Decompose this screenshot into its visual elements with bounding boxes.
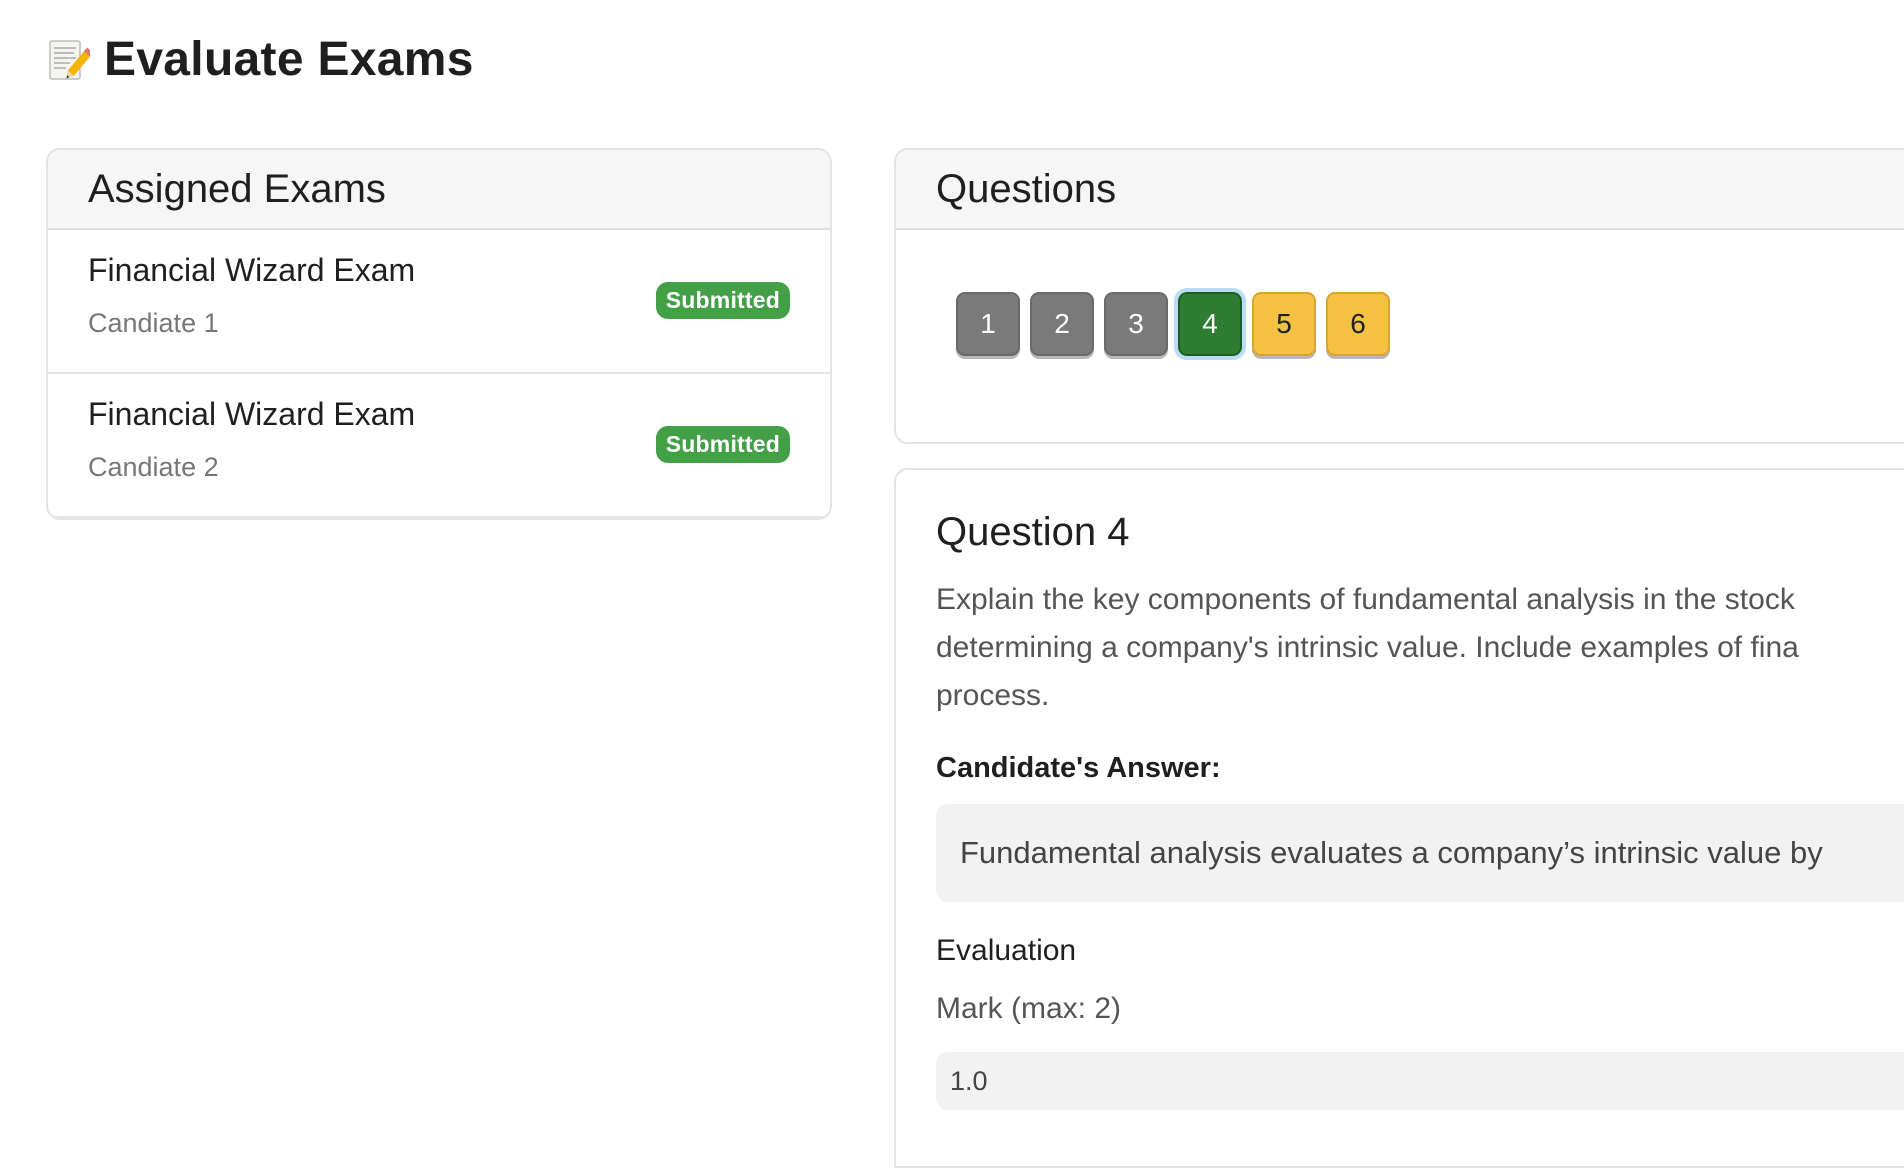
question-button-4[interactable]: 4 <box>1174 288 1246 360</box>
question-button-6[interactable]: 6 <box>1326 292 1390 356</box>
question-text-line: determining a company's intrinsic value.… <box>936 631 1799 664</box>
question-navigator: 1 2 3 4 5 6 <box>956 288 1390 360</box>
questions-panel: Questions 1 2 3 4 5 6 <box>894 148 1904 444</box>
question-detail-panel: Question 4 Explain the key components of… <box>894 468 1904 1168</box>
candidate-name: Candiate 1 <box>88 308 219 338</box>
assigned-exams-heading: Assigned Exams <box>48 150 830 230</box>
question-text: Explain the key components of fundamenta… <box>936 576 1904 720</box>
candidate-answer-label: Candidate's Answer: <box>936 752 1221 784</box>
exam-name: Financial Wizard Exam <box>88 252 416 288</box>
questions-heading: Questions <box>896 150 1904 230</box>
status-badge: Submitted <box>655 426 790 463</box>
page-header: Evaluate Exams <box>48 32 474 87</box>
question-button-5[interactable]: 5 <box>1252 292 1316 356</box>
candidate-answer-text: Fundamental analysis evaluates a company… <box>936 804 1904 902</box>
exam-name: Financial Wizard Exam <box>88 396 416 432</box>
mark-input[interactable] <box>936 1052 1904 1110</box>
exam-list-item[interactable]: Financial Wizard Exam Candiate 1 Submitt… <box>48 230 830 374</box>
status-badge: Submitted <box>655 282 790 319</box>
question-text-line: Explain the key components of fundamenta… <box>936 583 1795 616</box>
evaluation-heading: Evaluation <box>936 934 1077 967</box>
question-title: Question 4 <box>936 510 1130 554</box>
mark-label: Mark (max: 2) <box>936 992 1122 1025</box>
page-title: Evaluate Exams <box>104 33 474 86</box>
question-text-line: process. <box>936 679 1050 712</box>
question-button-3[interactable]: 3 <box>1104 292 1168 356</box>
memo-pencil-icon <box>48 37 94 83</box>
question-button-2[interactable]: 2 <box>1030 292 1094 356</box>
question-button-1[interactable]: 1 <box>956 292 1020 356</box>
candidate-name: Candiate 2 <box>88 452 219 482</box>
exam-list-item[interactable]: Financial Wizard Exam Candiate 2 Submitt… <box>48 374 830 518</box>
assigned-exams-panel: Assigned Exams Financial Wizard Exam Can… <box>46 148 832 520</box>
